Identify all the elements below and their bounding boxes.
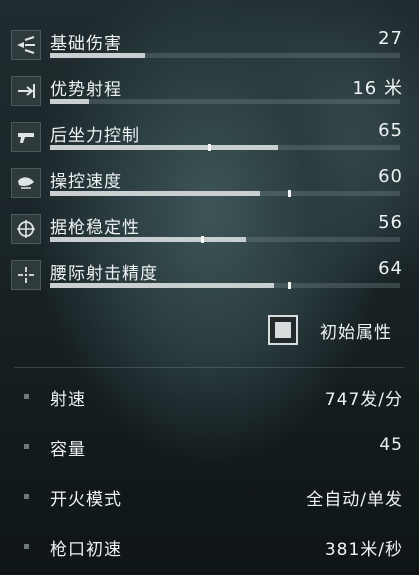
bullet-icon	[24, 394, 29, 399]
stat-row-effective-range: 优势射程 16 米	[0, 66, 419, 112]
detail-label: 射速	[50, 390, 86, 410]
base-stats-legend[interactable]: 初始属性	[268, 315, 392, 345]
base-marker	[207, 144, 211, 151]
stat-row-handling-speed: 操控速度 60	[0, 158, 419, 204]
stat-bar	[50, 144, 400, 151]
stat-bar	[50, 236, 400, 243]
section-divider	[14, 367, 404, 368]
legend-label: 初始属性	[320, 322, 392, 343]
stat-row-hipfire-accuracy: 腰际射击精度 64	[0, 250, 419, 296]
stat-value: 56	[378, 212, 403, 233]
hipfire-icon	[11, 260, 41, 290]
detail-value: 全自动/单发	[306, 490, 403, 510]
stat-value: 60	[378, 166, 403, 187]
stat-row-recoil-control: 后坐力控制 65	[0, 112, 419, 158]
stat-bar-fill	[50, 53, 145, 58]
detail-label: 枪口初速	[50, 540, 122, 560]
stat-value: 65	[378, 120, 403, 141]
bullet-icon	[24, 544, 29, 549]
stat-bar	[50, 190, 400, 197]
detail-row-capacity: 容量 45	[0, 433, 419, 463]
base-marker	[200, 236, 204, 243]
stat-bar	[50, 282, 400, 289]
stat-value: 16 米	[352, 78, 403, 99]
detail-row-fire-rate: 射速 747发/分	[0, 383, 419, 413]
stat-bar-fill	[50, 145, 278, 150]
stat-row-base-damage: 基础伤害 27	[0, 20, 419, 66]
stat-label: 基础伤害	[50, 34, 122, 54]
stat-label: 据枪稳定性	[50, 218, 140, 238]
range-icon	[11, 76, 41, 106]
stat-bar	[50, 53, 400, 58]
stat-label: 优势射程	[50, 80, 122, 100]
handling-icon	[11, 168, 41, 198]
stat-label: 腰际射击精度	[50, 264, 158, 284]
stat-bar-fill	[50, 191, 260, 196]
stat-value: 27	[378, 28, 403, 49]
base-marker	[288, 282, 291, 289]
stat-value: 64	[378, 258, 403, 279]
bullet-icon	[24, 444, 29, 449]
detail-value: 45	[379, 435, 403, 455]
legend-swatch	[268, 315, 298, 345]
bullet-icon	[24, 494, 29, 499]
stat-bar-fill	[50, 283, 274, 288]
recoil-icon	[11, 122, 41, 152]
base-marker	[288, 190, 291, 197]
stability-icon	[11, 214, 41, 244]
detail-row-fire-mode: 开火模式 全自动/单发	[0, 483, 419, 513]
stat-label: 操控速度	[50, 172, 122, 192]
stat-bar-fill	[50, 99, 89, 104]
stat-row-aim-stability: 据枪稳定性 56	[0, 204, 419, 250]
legend-swatch-fill	[275, 322, 291, 338]
detail-value: 747发/分	[324, 390, 403, 410]
stat-bar-fill	[50, 237, 246, 242]
detail-value: 381米/秒	[324, 540, 403, 560]
detail-label: 开火模式	[50, 490, 122, 510]
damage-icon	[11, 30, 41, 60]
detail-row-muzzle-velocity: 枪口初速 381米/秒	[0, 533, 419, 563]
stat-bar	[50, 99, 400, 104]
stat-label: 后坐力控制	[50, 126, 140, 146]
detail-label: 容量	[50, 440, 86, 460]
